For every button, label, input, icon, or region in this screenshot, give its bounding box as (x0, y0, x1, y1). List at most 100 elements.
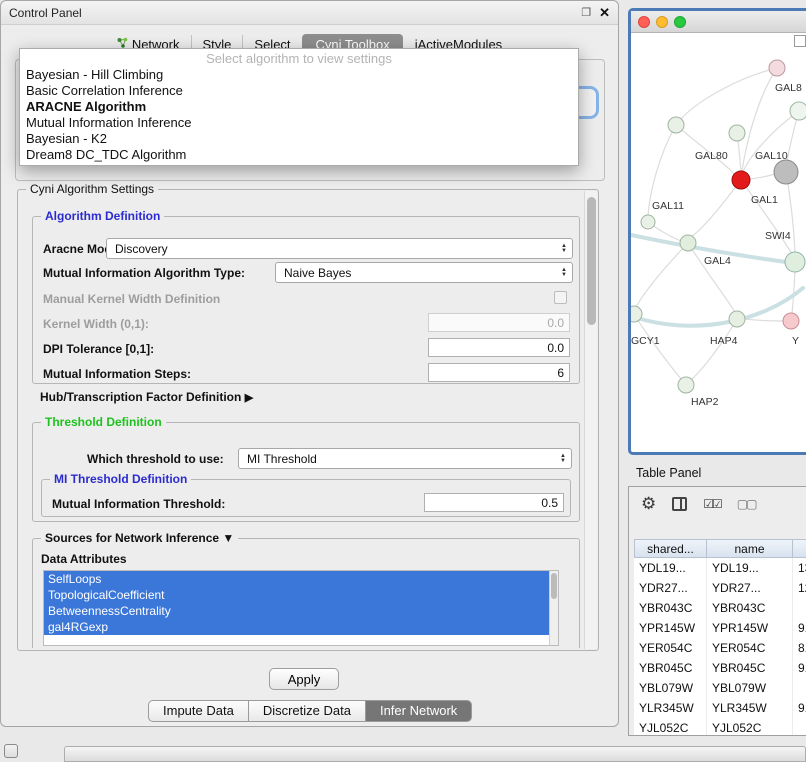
table-row[interactable]: YPR145WYPR145W9. (634, 618, 806, 638)
bottom-tab-infer-network[interactable]: Infer Network (366, 700, 472, 722)
network-scroll-corner[interactable] (794, 35, 806, 47)
network-node[interactable] (680, 235, 696, 251)
network-node[interactable] (631, 306, 642, 322)
table-row[interactable]: YER054CYER054C8. (634, 638, 806, 658)
network-node[interactable] (769, 60, 785, 76)
table-row[interactable]: YBL079WYBL079W (634, 678, 806, 698)
network-node[interactable] (678, 377, 694, 393)
table-row[interactable]: YBR043CYBR043C (634, 598, 806, 618)
attribute-item-betweennesscentrality[interactable]: BetweennessCentrality (44, 603, 558, 619)
close-traffic-light-icon[interactable] (638, 16, 650, 28)
algorithm-option-aracne-algorithm[interactable]: ARACNE Algorithm (20, 99, 578, 115)
table-row[interactable]: YDL19...YDL19...13 (634, 558, 806, 578)
table-cell: YBR043C (707, 598, 793, 618)
table-cell: YBR043C (634, 598, 707, 618)
data-attributes-list[interactable]: SelfLoopsTopologicalCoefficientBetweenne… (43, 570, 559, 646)
which-threshold-value: MI Threshold (247, 452, 317, 466)
bottom-panel-bar[interactable] (64, 746, 806, 762)
network-node[interactable] (668, 117, 684, 133)
algorithm-option-basic-correlation-inference[interactable]: Basic Correlation Inference (20, 83, 578, 99)
algorithm-option-bayesian-k2[interactable]: Bayesian - K2 (20, 131, 578, 147)
network-edge[interactable] (636, 243, 688, 307)
zoom-traffic-light-icon[interactable] (674, 16, 686, 28)
mi-type-value: Naive Bayes (284, 266, 351, 280)
manual-kernel-checkbox[interactable] (554, 291, 567, 304)
manual-kernel-label: Manual Kernel Width Definition (43, 292, 220, 306)
table-cell: YDL19... (634, 558, 707, 578)
bottom-tab-discretize-data[interactable]: Discretize Data (249, 700, 366, 722)
network-edge[interactable] (741, 180, 792, 254)
collapsed-panel-icon[interactable] (4, 744, 18, 758)
column-header-2[interactable] (793, 539, 806, 558)
network-node[interactable] (774, 160, 798, 184)
table-cell: YER054C (707, 638, 793, 658)
float-window-icon[interactable]: ❐ (581, 6, 591, 19)
settings-scrollbar[interactable] (584, 191, 597, 649)
network-node[interactable] (729, 125, 745, 141)
network-node[interactable] (783, 313, 799, 329)
mi-threshold-field[interactable]: 0.5 (424, 493, 564, 512)
apply-button[interactable]: Apply (269, 668, 339, 690)
select-all-columns-icon[interactable]: ☑☑ (703, 497, 721, 511)
column-header-shared-[interactable]: shared... (634, 539, 707, 558)
network-view-window: GAL8GAL80GAL10GAL11GAL1SWI4GAL4GCY1HAP4Y… (628, 8, 806, 455)
node-label: GCY1 (631, 335, 660, 347)
network-canvas[interactable]: GAL8GAL80GAL10GAL11GAL1SWI4GAL4GCY1HAP4Y… (631, 33, 806, 452)
mi-steps-field[interactable]: 6 (428, 363, 570, 382)
mi-type-select[interactable]: Naive Bayes ▲▼ (275, 262, 573, 283)
node-label: GAL80 (695, 150, 728, 162)
collapsed-arrow-icon: ▶ (245, 392, 253, 404)
dpi-tolerance-field[interactable]: 0.0 (428, 338, 570, 357)
attributes-scrollbar[interactable] (549, 571, 558, 645)
network-node[interactable] (790, 102, 806, 120)
network-graph[interactable]: GAL8GAL80GAL10GAL11GAL1SWI4GAL4GCY1HAP4Y… (631, 33, 806, 452)
gear-icon[interactable]: ⚙ (641, 495, 656, 512)
node-label: Y (792, 335, 799, 347)
settings-scrollbar-thumb[interactable] (587, 197, 596, 325)
algorithm-option-dream8-dc-tdc-algorithm[interactable]: Dream8 DC_TDC Algorithm (20, 147, 578, 163)
window-title: Control Panel (9, 6, 82, 20)
attribute-item-selfloops[interactable]: SelfLoops (44, 571, 558, 587)
network-node[interactable] (785, 252, 805, 272)
bottom-tab-impute-data[interactable]: Impute Data (148, 700, 249, 722)
network-edge[interactable] (750, 174, 775, 179)
cyni-settings-group: Cyni Algorithm Settings Algorithm Defini… (17, 189, 599, 651)
sources-toggle[interactable]: Sources for Network Inference ▼ (41, 531, 238, 545)
table-row[interactable]: YBR045CYBR045C9. (634, 658, 806, 678)
kernel-width-field: 0.0 (428, 313, 570, 332)
network-edge[interactable] (691, 180, 741, 237)
attribute-item-topologicalcoefficient[interactable]: TopologicalCoefficient (44, 587, 558, 603)
network-window-titlebar[interactable] (631, 11, 806, 33)
network-edge[interactable] (691, 319, 737, 380)
network-node[interactable] (729, 311, 745, 327)
attribute-item-gal4rgexp[interactable]: gal4RGexp (44, 619, 558, 635)
hub-definition-toggle[interactable]: Hub/Transcription Factor Definition ▶ (40, 390, 253, 405)
attr-items: SelfLoopsTopologicalCoefficientBetweenne… (44, 571, 558, 635)
algorithm-dropdown-list: Bayesian - Hill ClimbingBasic Correlatio… (20, 67, 578, 163)
network-edge[interactable] (634, 288, 803, 326)
control-panel-titlebar[interactable]: Control Panel ❐ ✕ (1, 1, 618, 25)
table-row[interactable]: YJL052CYJL052C (634, 718, 806, 736)
minimize-traffic-light-icon[interactable] (656, 16, 668, 28)
network-node[interactable] (641, 215, 655, 229)
table-row[interactable]: YLR345WYLR345W9. (634, 698, 806, 718)
network-edge[interactable] (681, 68, 777, 119)
table-cell: 9. (793, 658, 806, 678)
algorithm-option-mutual-information-inference[interactable]: Mutual Information Inference (20, 115, 578, 131)
which-threshold-select[interactable]: MI Threshold ▲▼ (238, 448, 572, 469)
column-header-name[interactable]: name (707, 539, 793, 558)
columns-icon[interactable] (672, 497, 687, 511)
table-cell: YPR145W (634, 618, 707, 638)
table-cell: YER054C (634, 638, 707, 658)
table-row[interactable]: YDR27...YDR27...12 (634, 578, 806, 598)
node-label: HAP4 (710, 335, 738, 347)
close-window-icon[interactable]: ✕ (599, 5, 610, 21)
mi-threshold-title: MI Threshold Definition (50, 472, 191, 486)
table-cell: YBR045C (634, 658, 707, 678)
control-panel-window: Control Panel ❐ ✕ NetworkStyleSelectCyni… (0, 0, 619, 727)
aracne-mode-select[interactable]: Discovery ▲▼ (106, 238, 573, 259)
network-edge[interactable] (745, 319, 783, 321)
algorithm-option-bayesian-hill-climbing[interactable]: Bayesian - Hill Climbing (20, 67, 578, 83)
deselect-all-columns-icon[interactable]: ▢▢ (737, 497, 756, 511)
network-node[interactable] (732, 171, 750, 189)
